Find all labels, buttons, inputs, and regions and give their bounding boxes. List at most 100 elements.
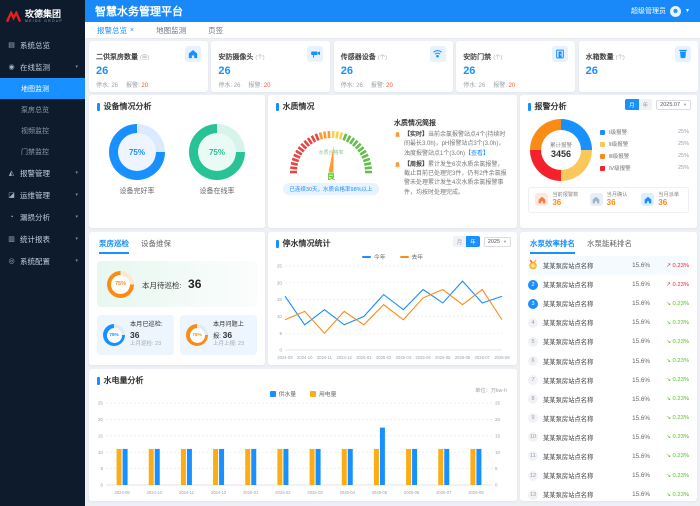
kpi-label-wrap: 安防门禁 (个) xyxy=(463,46,502,64)
inspection-sub-label: 本月问题上报: 36 xyxy=(213,321,244,340)
ranking-row-2[interactable]: 2 某某泵房站点名称 15.6% ↗ 0.23% xyxy=(528,275,689,294)
ranking-row-5[interactable]: 5 某某泵房站点名称 15.6% ↘ 0.23% xyxy=(528,332,689,351)
rank-badge: 5 xyxy=(528,336,538,347)
alarm-toggle-月[interactable]: 月 xyxy=(625,99,639,110)
inspection-sub-1: 75% 本月问题上报: 36 上月上报: 23 xyxy=(180,315,257,355)
svg-text:2025-01: 2025-01 xyxy=(243,490,259,495)
rank-change: ↘ 0.23% xyxy=(666,358,689,365)
sidebar-item-label: 统计报表 xyxy=(20,234,50,244)
ranking-row-4[interactable]: 4 某某泵房站点名称 15.6% ↘ 0.23% xyxy=(528,313,689,332)
kpi-stats: 停水: 26 报警: 20 xyxy=(463,80,568,89)
sidebar-subitem-1-3[interactable]: 门禁监控 xyxy=(0,141,85,162)
legend-swatch xyxy=(600,153,605,159)
svg-text:15: 15 xyxy=(277,297,283,302)
svg-text:0: 0 xyxy=(495,483,498,488)
sidebar-item-4[interactable]: ◔ 漏损分析 ▾ xyxy=(0,206,85,228)
sidebar-item-2[interactable]: ◭ 报警管理 ▾ xyxy=(0,162,85,184)
sidebar-item-5[interactable]: ▥ 统计报表 ▾ xyxy=(0,228,85,250)
ranking-row-3[interactable]: 3 某某泵房站点名称 15.6% ↘ 0.23% xyxy=(528,294,689,313)
user-menu[interactable]: 超级管理员 ☻ ▼ xyxy=(631,5,690,17)
sidebar-item-1[interactable]: ◉ 在线监测 ▾ xyxy=(0,56,85,78)
kpi-stat-value: 26 xyxy=(478,83,486,89)
report-icon: ▥ xyxy=(8,236,15,243)
sidebar-item-6[interactable]: ◎ 系统配置 ▾ xyxy=(0,250,85,272)
inspection-tab-1[interactable]: 设备维保 xyxy=(141,238,171,254)
rank-value: 15.6% xyxy=(632,395,650,403)
chevron-icon: ▾ xyxy=(75,258,78,264)
ranking-row-6[interactable]: 6 某某泵房站点名称 15.6% ↘ 0.23% xyxy=(528,351,689,370)
tab-1[interactable]: 地图监测 xyxy=(156,25,186,36)
rank-change: ↘ 0.23% xyxy=(666,300,689,307)
close-icon[interactable]: × xyxy=(130,27,134,34)
svg-text:2024-10: 2024-10 xyxy=(297,355,313,360)
rank-station-name: 某某泵房站点名称 xyxy=(543,453,594,461)
sidebar-item-3[interactable]: ◪ 运维管理 ▾ xyxy=(0,184,85,206)
kpi-stat-value: 26 xyxy=(356,83,363,89)
tank-icon xyxy=(674,46,691,62)
inspection-sub-note: 上月巡检: 23 xyxy=(130,341,162,348)
alarm-toggle-年[interactable]: 年 xyxy=(638,99,653,110)
tab-bar: 报警总览 × 地图监测 页签 xyxy=(85,22,700,39)
chart-x-labels: 2024-09 2024-10 2024-11 2024-12 2025-01 2025-… xyxy=(277,355,510,360)
inspection-main-label: 本月待巡检: xyxy=(142,281,182,290)
ranking-row-10[interactable]: 10 某某泵房站点名称 15.6% ↘ 0.23% xyxy=(528,428,689,447)
chevron-down-icon: ▼ xyxy=(685,8,690,14)
rank-value: 15.6% xyxy=(632,357,650,365)
alarm-stat-0: 当前报警数 36 xyxy=(531,192,583,208)
inspection-sub-count: 36 xyxy=(130,329,140,340)
rank-value: 15.6% xyxy=(632,262,650,270)
sidebar-nav: ▤ 系统总览 ◉ 在线监测 ▾ 地图监测 泵房总览 视频监控 门禁监控 ◭ 报警管理 ▾ ◪ 运维管理 ▾ ◔… xyxy=(0,34,85,272)
bar-series xyxy=(116,427,482,485)
ranking-card: 水泵效率排名 水泵能耗排名 某某泵房站点名称 15.6% ↗ 0.23% 2 某某泵房站点… xyxy=(520,232,697,501)
sidebar-item-0[interactable]: ▤ 系统总览 xyxy=(0,34,85,56)
alarm-stat-1: 当月确认 36 xyxy=(583,192,635,208)
ranking-tab-1[interactable]: 水泵能耗排名 xyxy=(587,238,632,254)
ranking-row-9[interactable]: 9 某某泵房站点名称 15.6% ↘ 0.23% xyxy=(528,409,689,428)
svg-text:2025-06: 2025-06 xyxy=(404,490,420,495)
rank-change: ↘ 0.23% xyxy=(666,338,689,345)
svg-text:10: 10 xyxy=(98,450,104,455)
inspection-tab-0[interactable]: 泵房巡检 xyxy=(99,238,129,254)
quality-brief-items: 【实时】当前余氯报警站点4个(持续时间最长3.0h)，pH报警站点3个(3.0h… xyxy=(394,131,509,198)
ranking-row-1[interactable]: 某某泵房站点名称 15.6% ↗ 0.23% xyxy=(528,256,689,276)
tab-0[interactable]: 报警总览 × xyxy=(97,25,134,36)
brief-item-0: 【实时】当前余氯报警站点4个(持续时间最长3.0h)，pH报警站点3个(3.0h… xyxy=(394,131,509,159)
alarm-donut-chart: 累计报警 3456 xyxy=(530,119,592,181)
ranking-row-7[interactable]: 7 某某泵房站点名称 15.6% ↘ 0.23% xyxy=(528,371,689,390)
legend-pct: 25% xyxy=(677,165,689,171)
brand-logo-icon xyxy=(6,11,21,23)
sidebar-subitem-1-0[interactable]: 地图监测 xyxy=(0,78,85,99)
rank-station-name: 某某泵房站点名称 xyxy=(543,263,594,271)
alarm-period-select[interactable]: 2025.07 ▼ xyxy=(656,99,691,110)
tab-2[interactable]: 页签 xyxy=(208,25,223,36)
ranking-tab-0[interactable]: 水泵效率排名 xyxy=(530,238,575,254)
sidebar-item-label: 报警管理 xyxy=(20,168,50,178)
brief-tag: 【实时】 xyxy=(404,132,429,138)
svg-text:2025-01: 2025-01 xyxy=(356,355,372,360)
kpi-stat-value: 20 xyxy=(141,83,149,89)
outage-toggle-年[interactable]: 年 xyxy=(466,236,480,247)
sidebar-subitem-1-1[interactable]: 泵房总览 xyxy=(0,99,85,120)
alarm-period-value: 2025.07 xyxy=(660,101,681,108)
brief-view-link[interactable]: 【查看】 xyxy=(465,151,489,157)
outage-period-select[interactable]: 2025 ▼ xyxy=(483,236,511,247)
ranking-row-8[interactable]: 8 某某泵房站点名称 15.6% ↘ 0.23% xyxy=(528,390,689,409)
alarm-stat-2: 当月派单 36 xyxy=(634,192,686,208)
legend-label: 供水量 xyxy=(278,392,296,398)
outage-toggle-月[interactable]: 月 xyxy=(452,236,467,247)
legend-pct: 25% xyxy=(677,153,689,159)
kpi-stat-value: 20 xyxy=(508,83,516,89)
ranking-row-12[interactable]: 12 某某泵房站点名称 15.6% ↘ 0.23% xyxy=(528,466,689,485)
kpi-stat-value: 20 xyxy=(263,83,271,89)
energy-bar-chart: 0 0 5 5 10 10 15 15 20 20 25 25 2024-09 2024-10 2024-1… xyxy=(98,401,501,495)
device-analysis-title: 设备情况分析 xyxy=(89,95,265,114)
ranking-row-13[interactable]: 13 某某泵房站点名称 15.6% ↘ 0.23% xyxy=(528,485,689,504)
svg-text:25: 25 xyxy=(277,264,283,269)
rank-change: ↘ 0.23% xyxy=(666,319,689,326)
dashboard-content: 二供泵房数量 (座) 26 停水: 26 报警: 20 安防摄像头 (个) 26 停水: 26 报… xyxy=(85,39,700,506)
sidebar-subitem-1-2[interactable]: 视频监控 xyxy=(0,120,85,141)
ranking-row-11[interactable]: 11 某某泵房站点名称 15.6% ↘ 0.23% xyxy=(528,447,689,466)
brand-logo: 玫德集团 MEIDE GROUP xyxy=(0,0,85,34)
legend-label: 去年 xyxy=(411,255,424,261)
kpi-label: 安防门禁 xyxy=(463,54,492,61)
